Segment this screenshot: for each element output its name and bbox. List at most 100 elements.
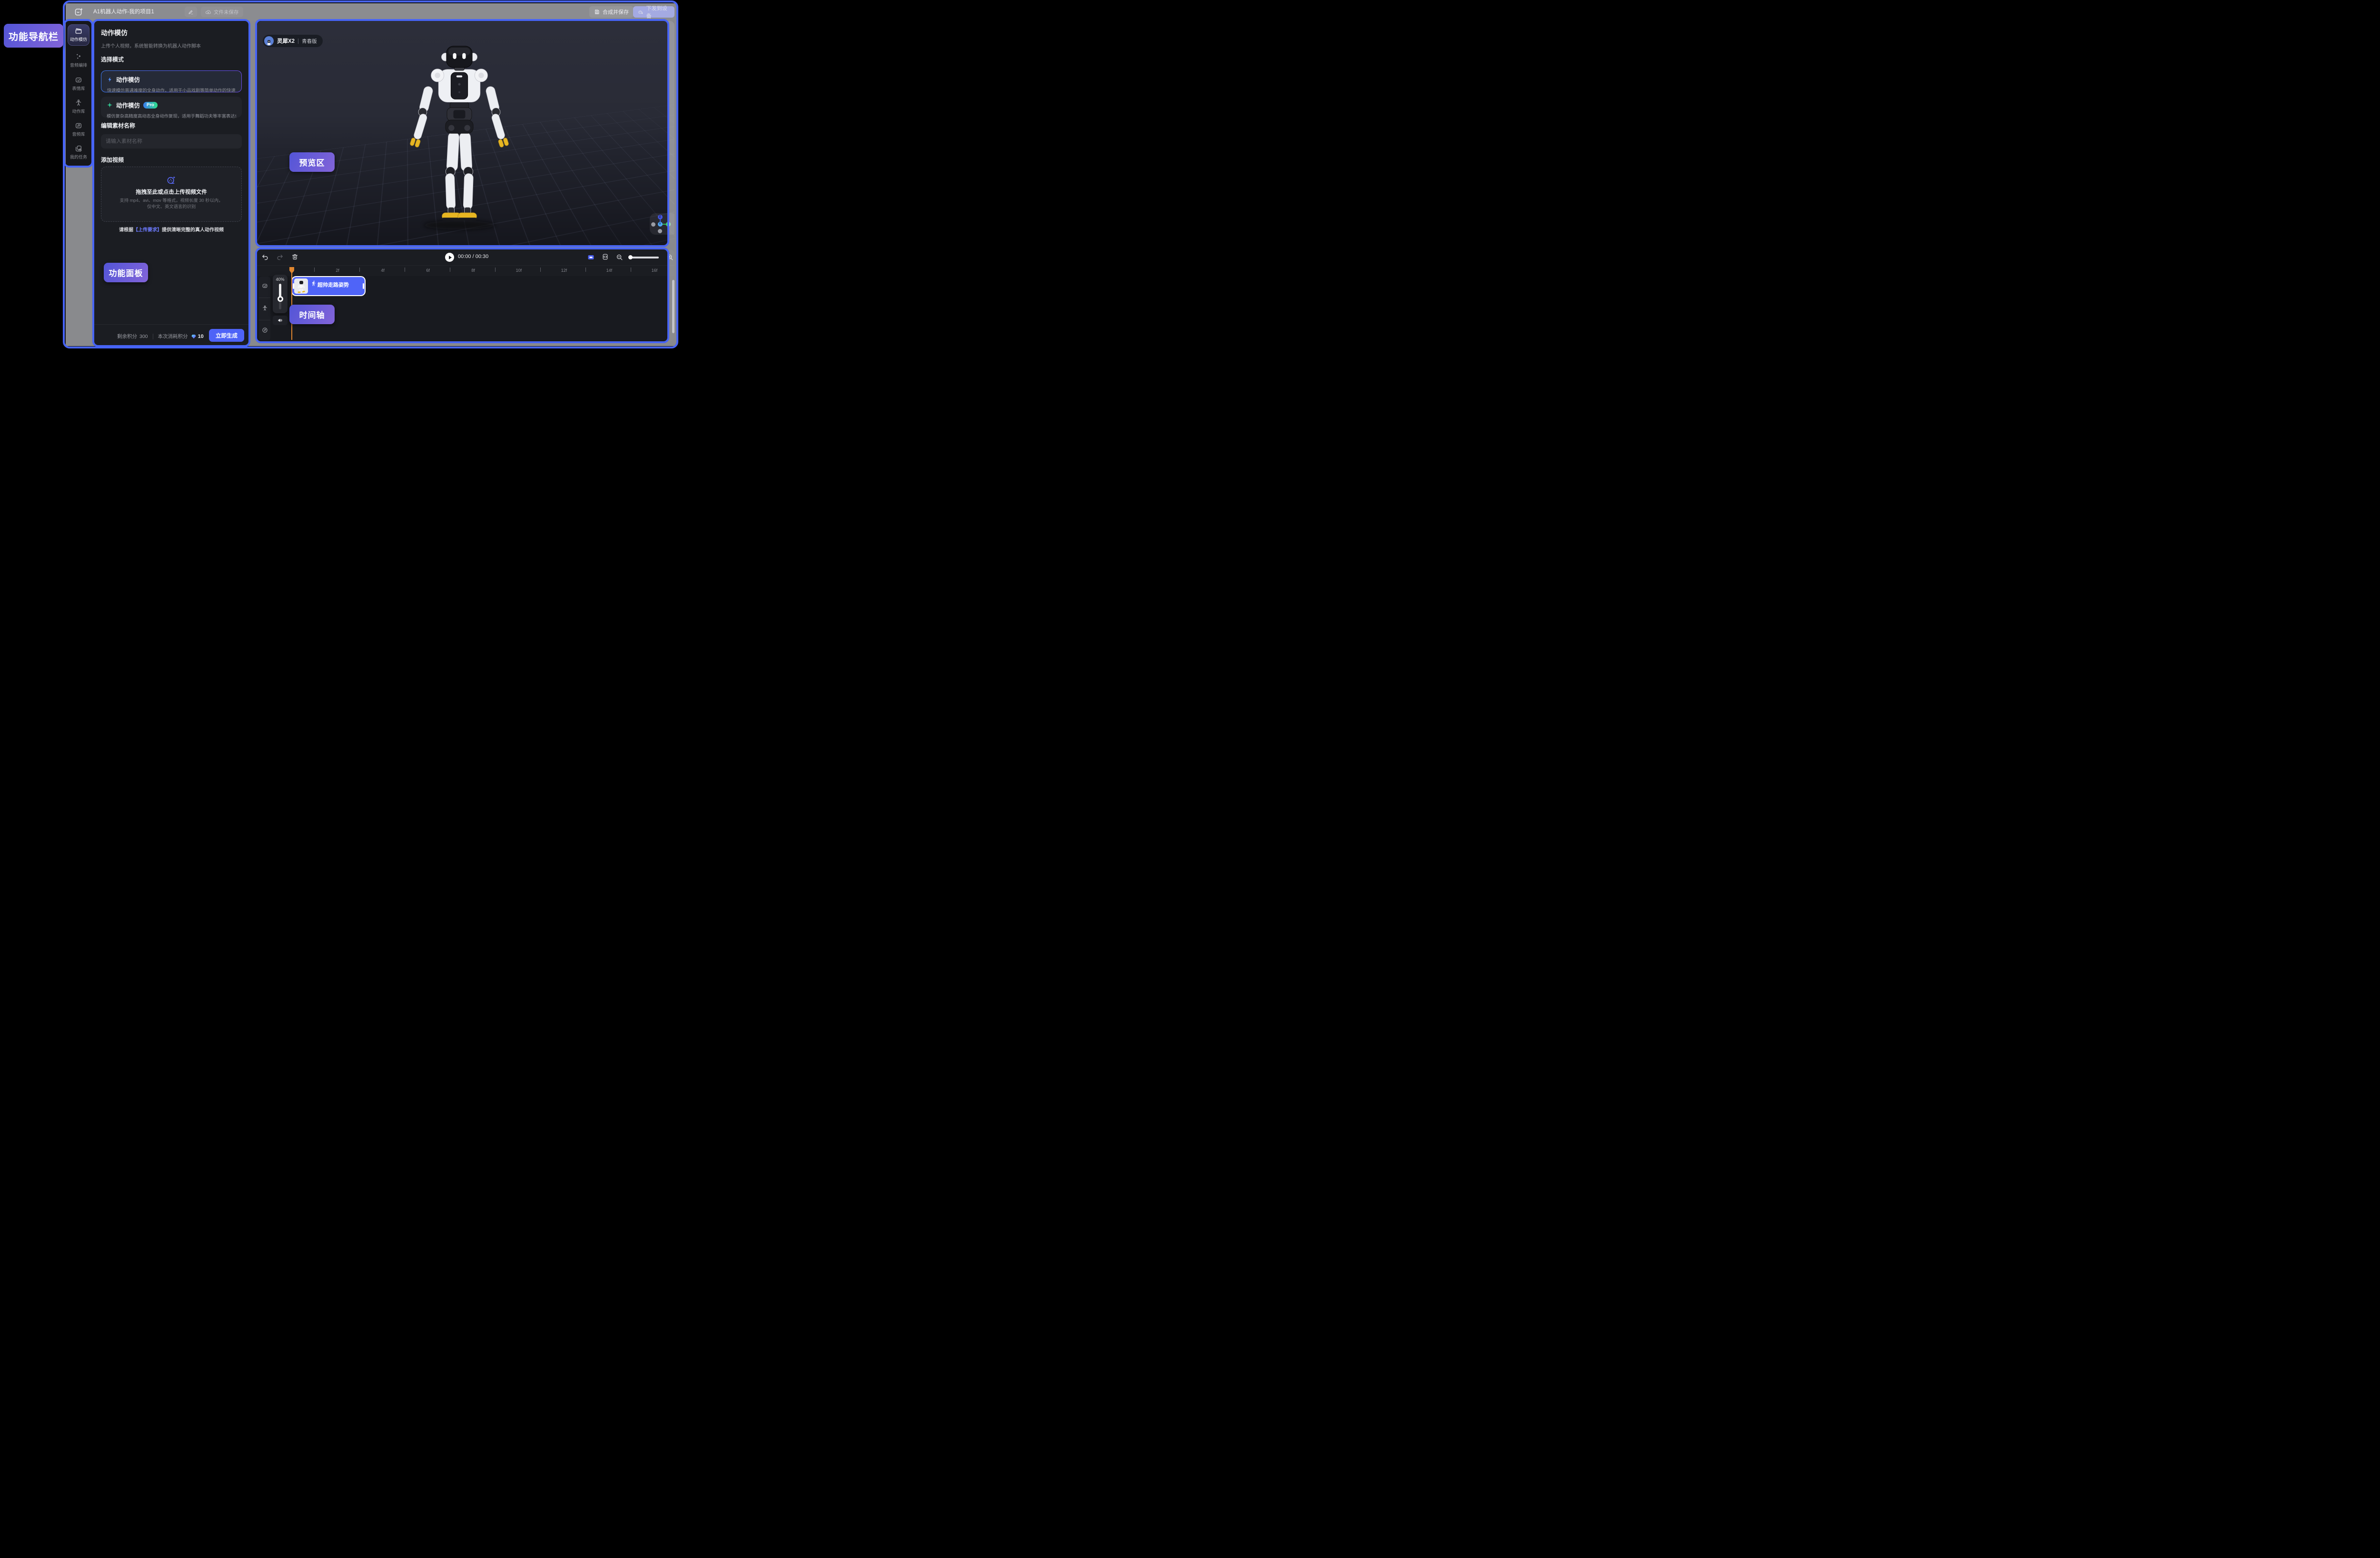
sidebar-item-label: 我的任务	[70, 154, 87, 160]
axis-gizmo[interactable]: Z Y	[650, 213, 674, 235]
ruler-tick-label: 6f	[426, 268, 430, 273]
robot-face-icon	[75, 76, 82, 84]
timeline-zoom-slider[interactable]	[629, 257, 659, 258]
film-reel-icon	[166, 175, 177, 185]
clip-name: 超帅走路姿势	[317, 281, 349, 288]
gem-icon	[191, 334, 197, 339]
undo-button[interactable]	[262, 254, 269, 261]
zoom-out-button[interactable]	[616, 254, 623, 261]
walking-person-icon	[311, 280, 317, 286]
sidebar-item-expression-library[interactable]: 表情库	[68, 76, 89, 91]
redo-button[interactable]	[276, 254, 283, 261]
zoom-slider-thumb[interactable]	[628, 255, 633, 259]
mode-name: 动作模仿	[116, 75, 140, 84]
audio-track-icon[interactable]	[262, 327, 268, 333]
function-panel: 动作模仿 上传个人视频，系统智能转换为机器人动作脚本 选择模式 动作模仿 快速模…	[94, 21, 248, 347]
rename-project-button[interactable]	[185, 7, 197, 17]
motion-track-icon[interactable]	[262, 305, 268, 311]
zoom-in-button[interactable]	[666, 254, 674, 261]
volume-thumb[interactable]	[278, 296, 283, 302]
four-point-star-icon	[107, 102, 113, 108]
ruler-tick-label: 4f	[381, 268, 385, 273]
gizmo-x-axis[interactable]	[666, 222, 671, 227]
panel-title: 动作模仿	[101, 28, 128, 38]
tasks-icon	[75, 145, 82, 152]
clip-trim-handle-right[interactable]	[363, 283, 364, 289]
time-display: 00:00 / 00:30	[458, 254, 488, 259]
annotation-label-panel: 功能面板	[104, 263, 148, 282]
clip-trim-handle-left[interactable]	[293, 283, 294, 289]
gizmo-z-axis[interactable]: Z	[658, 215, 663, 219]
sidebar-item-label: 表情库	[72, 85, 85, 91]
sidebar-item-audio-library[interactable]: 音频库	[68, 122, 89, 137]
material-name-label: 编辑素材名称	[101, 121, 135, 129]
timeline-scrollbar[interactable]	[672, 280, 674, 333]
fit-width-button[interactable]	[602, 253, 609, 260]
sidebar: 动作模仿 音频编排 表情库 动作库 音频库 我的任务	[65, 20, 92, 346]
delete-button[interactable]	[291, 253, 298, 260]
credits-bar: 剩余积分 300 本次消耗积分 10 立即生成	[94, 326, 248, 347]
deploy-device-button[interactable]: 下发到设备	[633, 6, 674, 18]
upload-requirement-note: 请根据【上传要求】提供清晰完整的真人动作视频	[94, 226, 248, 233]
requirement-suffix: 提供清晰完整的真人动作视频	[162, 228, 224, 233]
credits-remaining-value: 300	[139, 334, 148, 339]
volume-slider[interactable]	[279, 284, 281, 309]
preview-viewport[interactable]: 灵犀X2 青春版 Z Y	[257, 21, 674, 245]
annotation-label-nav: 功能导航栏	[4, 24, 63, 48]
fit-clips-button[interactable]	[587, 254, 595, 261]
upload-hint-line2: 仅中文、英文语言的识别	[101, 204, 241, 210]
timeline-clip[interactable]: 超帅走路姿势	[291, 276, 366, 296]
ruler-minor-tick	[314, 268, 315, 272]
credits-cost-label: 本次消耗积分	[158, 333, 188, 340]
play-icon	[449, 256, 452, 259]
mode-section-label: 选择模式	[101, 55, 124, 63]
mode-desc: 快速模仿普通难度的全身动作，适用于小品戏剧等简单动作的快速演绎	[107, 87, 236, 93]
video-upload-dropzone[interactable]: 拖拽至此或点击上传视频文件 支持 mp4、avi、mov 等格式，视频长度 30…	[101, 167, 242, 222]
sidebar-item-motion-mimic[interactable]: 动作模仿	[68, 24, 89, 46]
sidebar-item-label: 动作模仿	[70, 36, 87, 42]
ruler-tick-label: 8f	[471, 268, 475, 273]
model-name: 灵犀X2	[277, 37, 295, 45]
pencil-icon	[188, 9, 194, 15]
clip-thumbnail	[294, 278, 308, 294]
screenshot-stage: A1机器人动作-我的项目1 文件未保存 合成并保存 下发到设备 动作模仿	[0, 0, 746, 351]
ruler-minor-tick	[495, 268, 496, 272]
timeline-ruler[interactable]: 0f2f4f6f8f10f12f14f16f	[257, 267, 674, 276]
titlebar: A1机器人动作-我的项目1 文件未保存 合成并保存 下发到设备	[66, 3, 674, 20]
model-badge: 灵犀X2 青春版	[263, 35, 323, 47]
credits-remaining-label: 剩余积分	[117, 333, 137, 340]
upload-title: 拖拽至此或点击上传视频文件	[101, 188, 241, 196]
model-avatar	[264, 36, 274, 46]
mode-card-pro[interactable]: 动作模仿 Pro 模仿复杂高精度高动态全身动作复现，适用于舞蹈功夫等丰富表达创作…	[101, 97, 242, 118]
credits-cost-value: 10	[198, 334, 204, 339]
requirement-prefix: 请根据	[119, 228, 133, 233]
gizmo-axis-neg[interactable]	[651, 222, 655, 227]
sidebar-item-label: 音频编排	[70, 62, 87, 68]
save-status: 文件未保存	[201, 7, 243, 17]
ruler-tick-label: 10f	[516, 268, 522, 273]
annotation-label-timeline: 时间轴	[289, 305, 335, 324]
cloud-icon	[205, 9, 211, 15]
sidebar-item-motion-library[interactable]: 动作库	[68, 99, 89, 114]
sidebar-item-my-tasks[interactable]: 我的任务	[68, 145, 89, 160]
mode-card-fast[interactable]: 动作模仿 快速模仿普通难度的全身动作，适用于小品戏剧等简单动作的快速演绎	[101, 70, 242, 92]
sidebar-item-audio-arrange[interactable]: 音频编排	[68, 53, 89, 68]
mute-button[interactable]	[273, 316, 288, 325]
lightning-icon	[107, 77, 113, 82]
save-icon	[594, 9, 600, 15]
gizmo-axis-neg[interactable]	[658, 229, 662, 233]
sparkles-icon	[75, 53, 82, 60]
timeline-panel: 00:00 / 00:30 0f2f4f6f8f10f12f14f16f	[257, 249, 674, 341]
gizmo-y-axis[interactable]: Y	[658, 222, 663, 227]
synthesize-save-button[interactable]: 合成并保存	[589, 6, 634, 18]
upload-requirements-link[interactable]: 【上传要求】	[133, 228, 162, 233]
save-status-text: 文件未保存	[214, 9, 239, 16]
material-name-input[interactable]	[101, 134, 242, 149]
generate-button[interactable]: 立即生成	[209, 329, 244, 342]
volume-popover: 40%	[273, 275, 288, 313]
ruler-minor-tick	[540, 268, 541, 272]
expression-track-icon[interactable]	[262, 283, 268, 289]
mode-desc: 模仿复杂高精度高动态全身动作复现，适用于舞蹈功夫等丰富表达创作表演	[107, 112, 236, 119]
mode-name: 动作模仿	[116, 100, 140, 109]
play-button[interactable]	[445, 253, 454, 262]
